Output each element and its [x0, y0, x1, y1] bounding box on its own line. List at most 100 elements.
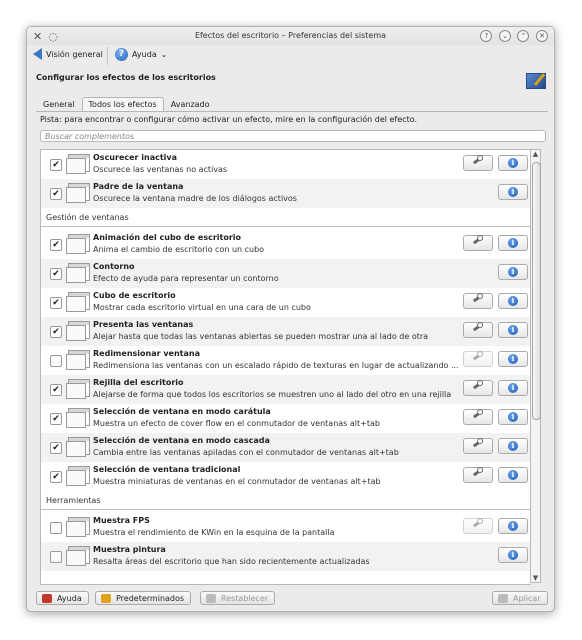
help-menu-button[interactable]: ? Ayuda ⌄	[115, 48, 167, 61]
effects-list[interactable]: ✔ Oscurecer inactiva Oscurece las ventanas…	[40, 149, 531, 585]
effect-checkbox[interactable]	[50, 522, 62, 534]
effect-checkbox[interactable]	[50, 355, 62, 367]
help-button[interactable]: Ayuda	[36, 591, 89, 605]
info-icon: i	[508, 441, 518, 451]
effect-title: Selección de ventana tradicional	[93, 465, 241, 474]
effect-description: Oscurece la ventana madre de los diálogo…	[93, 194, 297, 203]
effect-checkbox[interactable]: ✔	[50, 384, 62, 396]
overview-button[interactable]: Visión general	[33, 48, 103, 60]
window-effect-icon	[66, 408, 90, 428]
info-button[interactable]: i	[498, 184, 528, 200]
effect-title: Oscurecer inactiva	[93, 153, 178, 162]
effect-checkbox[interactable]: ✔	[50, 471, 62, 483]
info-icon: i	[508, 383, 518, 393]
configure-button[interactable]	[463, 409, 493, 425]
effect-checkbox[interactable]: ✔	[50, 442, 62, 454]
desktop-effects-icon	[526, 73, 546, 89]
effect-checkbox[interactable]: ✔	[50, 159, 62, 171]
effect-title: Presenta las ventanas	[93, 320, 194, 329]
effect-row[interactable]: Redimensionar ventana Redimensiona las ve…	[41, 346, 531, 375]
info-icon: i	[508, 412, 518, 422]
effect-row[interactable]: ✔ Presenta las ventanas Alejar hasta que t…	[41, 317, 531, 346]
info-button[interactable]: i	[498, 155, 528, 171]
chevron-down-icon: ⌄	[160, 50, 168, 59]
effect-row[interactable]: ✔ Cubo de escritorio Mostrar cada escritor…	[41, 288, 531, 317]
effect-description: Muestra un efecto de cover flow en el co…	[93, 419, 380, 428]
effect-row[interactable]: ✔ Selección de ventana tradicional Muestra…	[41, 462, 531, 491]
close-icon[interactable]: ✕	[536, 30, 548, 42]
effect-row[interactable]: Muestra FPS Muestra el rendimiento de KWi…	[41, 513, 531, 542]
configure-button[interactable]	[463, 155, 493, 171]
apply-button[interactable]: Aplicar	[492, 591, 548, 605]
help-icon[interactable]: ?	[480, 30, 493, 42]
info-button[interactable]: i	[498, 547, 528, 563]
effect-row[interactable]: Muestra pintura Resalta áreas del escrito…	[41, 542, 531, 571]
scrollbar[interactable]: ▲ ▼	[530, 149, 541, 583]
tab-all-effects[interactable]: Todos los efectos	[81, 97, 164, 111]
configure-button[interactable]	[463, 518, 493, 534]
configure-button[interactable]	[463, 467, 493, 483]
reset-button[interactable]: Restablecer	[200, 591, 276, 605]
info-button[interactable]: i	[498, 322, 528, 338]
effect-checkbox[interactable]	[50, 551, 62, 563]
effect-checkbox[interactable]: ✔	[50, 297, 62, 309]
effect-title: Muestra FPS	[93, 516, 150, 525]
effect-checkbox[interactable]: ✔	[50, 326, 62, 338]
configure-button[interactable]	[463, 351, 493, 367]
configure-button[interactable]	[463, 293, 493, 309]
effect-title: Muestra pintura	[93, 545, 166, 554]
wrench-icon	[472, 468, 483, 477]
effect-row[interactable]: ✔ Padre de la ventana Oscurece la ventana …	[41, 179, 531, 208]
info-button[interactable]: i	[498, 438, 528, 454]
info-button[interactable]: i	[498, 293, 528, 309]
configure-button[interactable]	[463, 380, 493, 396]
window-title: Efectos del escritorio – Preferencias de…	[194, 31, 387, 40]
info-icon: i	[508, 550, 518, 560]
effect-row[interactable]: ✔ Selección de ventana en modo carátula Mu…	[41, 404, 531, 433]
scrollbar-thumb[interactable]	[532, 162, 541, 420]
minimize-icon[interactable]: ⌄	[498, 30, 511, 42]
title-bar[interactable]: ✕ ◌ Efectos del escritorio – Preferencias…	[27, 27, 554, 45]
overview-label: Visión general	[46, 49, 103, 59]
effect-title: Rejilla del escritorio	[93, 378, 184, 387]
info-button[interactable]: i	[498, 518, 528, 534]
effect-checkbox[interactable]: ✔	[50, 239, 62, 251]
configure-button[interactable]	[463, 322, 493, 338]
tab-advanced[interactable]: Avanzado	[164, 97, 217, 111]
scroll-up-icon[interactable]: ▲	[531, 150, 540, 158]
effect-row[interactable]: ✔ Animación del cubo de escritorio Anima e…	[41, 230, 531, 259]
effect-description: Alejarse de forma que todos los escritor…	[93, 390, 452, 399]
info-button[interactable]: i	[498, 467, 528, 483]
info-button[interactable]: i	[498, 235, 528, 251]
info-button[interactable]: i	[498, 380, 528, 396]
effect-checkbox[interactable]: ✔	[50, 268, 62, 280]
tab-general[interactable]: General	[36, 97, 82, 111]
lifebuoy-icon	[42, 594, 52, 603]
effect-row[interactable]: ✔ Rejilla del escritorio Alejarse de forma…	[41, 375, 531, 404]
defaults-button[interactable]: Predeterminados	[95, 591, 192, 605]
configure-button[interactable]	[463, 235, 493, 251]
maximize-icon[interactable]: ⌃	[517, 30, 530, 42]
info-icon: i	[508, 238, 518, 248]
search-input[interactable]: Buscar complementos	[40, 130, 546, 142]
wrench-icon	[472, 294, 483, 303]
effect-description: Mostrar cada escritorio virtual en una c…	[93, 303, 311, 312]
configure-button[interactable]	[463, 438, 493, 454]
effect-row[interactable]: ✔ Contorno Efecto de ayuda para representa…	[41, 259, 531, 288]
effect-row[interactable]: ✔ Selección de ventana en modo cascada Cam…	[41, 433, 531, 462]
scroll-down-icon[interactable]: ▼	[531, 574, 540, 582]
tab-panel: Pista: para encontrar o configurar cómo …	[36, 111, 548, 585]
effect-checkbox[interactable]: ✔	[50, 413, 62, 425]
effect-row[interactable]: ✔ Oscurecer inactiva Oscurece las ventanas…	[41, 150, 531, 179]
reset-button-label: Restablecer	[221, 594, 269, 603]
effect-description: Efecto de ayuda para representar un cont…	[93, 274, 279, 283]
info-button[interactable]: i	[498, 409, 528, 425]
effect-title: Selección de ventana en modo carátula	[93, 407, 271, 416]
effect-checkbox[interactable]: ✔	[50, 188, 62, 200]
info-button[interactable]: i	[498, 351, 528, 367]
toolbar-separator	[107, 47, 108, 65]
info-button[interactable]: i	[498, 264, 528, 280]
info-icon: i	[508, 296, 518, 306]
defaults-icon	[101, 594, 111, 603]
effect-title: Cubo de escritorio	[93, 291, 176, 300]
